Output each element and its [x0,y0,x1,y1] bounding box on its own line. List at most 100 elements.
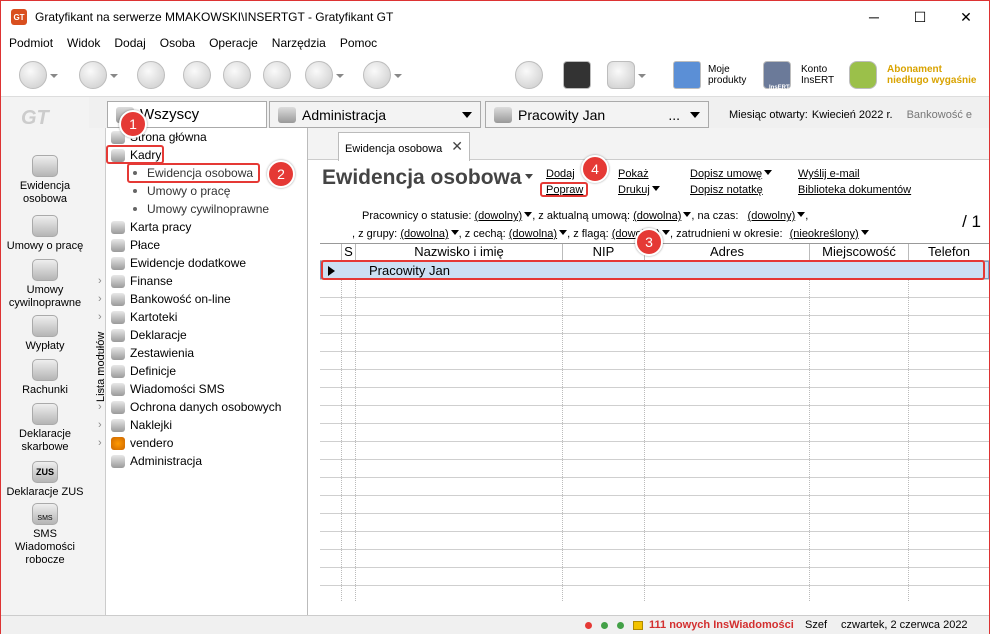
drukuj-link[interactable]: Drukuj [618,184,660,196]
menu-osoba[interactable]: Osoba [152,36,201,50]
moje-produkty-label[interactable]: Moje produkty [708,64,746,86]
nav-deklaracje-skarbowe[interactable]: Deklaracje skarbowe [1,403,89,454]
expand-icon[interactable]: › [98,293,102,305]
close-button[interactable]: ✕ [943,1,989,33]
expand-icon[interactable]: › [98,437,102,449]
close-tab-icon[interactable]: ✕ [451,138,463,155]
menu-dodaj[interactable]: Dodaj [106,36,151,50]
time-filter[interactable]: (dowolny) [748,210,806,222]
tree-administracja[interactable]: Administracja [111,452,202,470]
filter-label: , z grupy: [352,228,398,240]
tree-finanse[interactable]: › Finanse [98,272,173,290]
finance-icon [111,274,125,288]
tree-kartoteki[interactable]: › Kartoteki [98,308,177,326]
tree-label: Administracja [130,454,203,468]
tree-vendero[interactable]: › vendero [98,434,173,452]
nav-wyplaty[interactable]: Wypłaty [1,315,89,353]
tree-ochrona-danych[interactable]: › Ochrona danych osobowych [98,398,281,416]
nav-sms-wiadomosci[interactable]: SMS SMS Wiadomości robocze [1,503,89,567]
minimize-button[interactable]: ─ [851,1,897,33]
stamp-icon[interactable] [137,61,165,89]
tree-label: Karta pracy [130,220,192,234]
wyslij-email-link[interactable]: Wyślij e-mail [798,168,860,180]
products-icon[interactable] [673,61,701,89]
box-icon[interactable] [563,61,591,89]
pokaz-link[interactable]: Pokaż [618,168,649,180]
expand-icon[interactable]: › [98,275,102,287]
tree-umowy-o-prace[interactable]: Umowy o pracę [133,182,230,200]
nav-umowy-o-prace[interactable]: Umowy o pracę [1,215,89,253]
expand-icon[interactable]: › [98,365,102,377]
eraser-icon[interactable] [183,61,211,89]
filter-row-2: , z grupy: (dowolna), z cechą: (dowolna)… [352,228,869,240]
group-filter[interactable]: (dowolna) [400,228,458,240]
expand-icon[interactable]: › [98,347,102,359]
feature-filter[interactable]: (dowolna) [509,228,567,240]
tree-label: Bankowość on-line [130,292,231,306]
filter-label: , na czas: [691,210,739,222]
status-filter[interactable]: (dowolny) [475,210,533,222]
tree-ewidencje-dodatkowe[interactable]: Ewidencje dodatkowe [111,254,246,272]
column-header-miejscowosc[interactable]: Miejscowość [810,244,909,261]
column-header-adres[interactable]: Adres [645,244,810,261]
menu-narzedzia[interactable]: Narzędzia [264,36,332,50]
expand-icon[interactable]: › [98,311,102,323]
konto-insert-label[interactable]: Konto InsERT [801,64,834,86]
messages-status[interactable]: 111 nowych InsWiadomości [649,619,794,631]
link-icon[interactable] [263,61,291,89]
tree-zestawienia[interactable]: › Zestawienia [98,344,194,362]
nav-rachunki[interactable]: Rachunki [1,359,89,397]
shield-clock-icon[interactable] [849,61,877,89]
employee-select[interactable]: Pracowity Jan... [485,101,709,128]
contract-filter[interactable]: (dowolna) [633,210,691,222]
menu-podmiot[interactable]: Podmiot [1,36,59,50]
nav-deklaracje-zus[interactable]: ZUS Deklaracje ZUS [1,461,89,499]
biblioteka-link[interactable]: Biblioteka dokumentów [798,184,911,196]
nav-label: Ewidencja osobowa [19,180,71,205]
dodaj-link[interactable]: Dodaj [546,168,575,180]
dopisz-notatke-link[interactable]: Dopisz notatkę [690,184,763,196]
expand-icon[interactable]: › [98,401,102,413]
help-icon[interactable] [363,61,402,89]
back-icon[interactable] [79,61,118,89]
expand-icon[interactable]: › [98,383,102,395]
period-filter[interactable]: (nieokreślony) [790,228,869,240]
expand-icon[interactable]: › [98,329,102,341]
group-select-administracja[interactable]: Administracja [269,101,481,128]
column-divider [908,261,909,601]
page-title[interactable]: Ewidencja osobowa [322,166,533,190]
abonament-label[interactable]: Abonament niedługo wygaśnie [887,64,976,86]
column-header-telefon[interactable]: Telefon [909,244,989,261]
cloud-icon[interactable] [607,61,646,89]
menu-operacje[interactable]: Operacje [201,36,264,50]
tree-place[interactable]: Płace [111,236,160,254]
column-header-s[interactable]: S [342,244,356,261]
tree-karta-pracy[interactable]: Karta pracy [111,218,191,236]
globe-icon[interactable] [515,61,543,89]
column-divider [341,261,342,601]
nav-ewidencja-osobowa[interactable]: Ewidencja osobowa [1,155,89,206]
envelope-icon[interactable] [633,621,643,630]
tree-definicje[interactable]: › Definicje [98,362,176,380]
navigate-icon[interactable] [19,61,58,89]
print-icon[interactable] [305,61,344,89]
dopisz-umowe-link[interactable]: Dopisz umowę [690,168,772,180]
tree-wiadomosci-sms[interactable]: › Wiadomości SMS [98,380,225,398]
tree-umowy-cywilnoprawne[interactable]: Umowy cywilnoprawne [133,200,269,218]
tree-bankowosc[interactable]: › Bankowość on-line [98,290,231,308]
maximize-button[interactable]: ☐ [897,1,943,33]
tab-ewidencja-osobowa[interactable]: Ewidencja osobowa ✕ [338,132,470,161]
column-header-name[interactable]: Nazwisko i imię [356,244,563,261]
tree-naklejki[interactable]: › Naklejki [98,416,172,434]
nav-umowy-cywilnoprawne[interactable]: Umowy cywilnoprawne [1,259,89,310]
column-header-nip[interactable]: NIP [563,244,645,261]
tree-deklaracje[interactable]: › Deklaracje [98,326,187,344]
menu-pomoc[interactable]: Pomoc [332,36,383,50]
bank-tab[interactable]: Bankowość e [907,109,972,121]
more-dots[interactable]: ... [668,107,680,123]
menu-widok[interactable]: Widok [59,36,106,50]
tab-label: Ewidencja osobowa [345,143,443,155]
bank-icon [111,292,125,306]
tools-icon[interactable] [223,61,251,89]
expand-icon[interactable]: › [98,419,102,431]
